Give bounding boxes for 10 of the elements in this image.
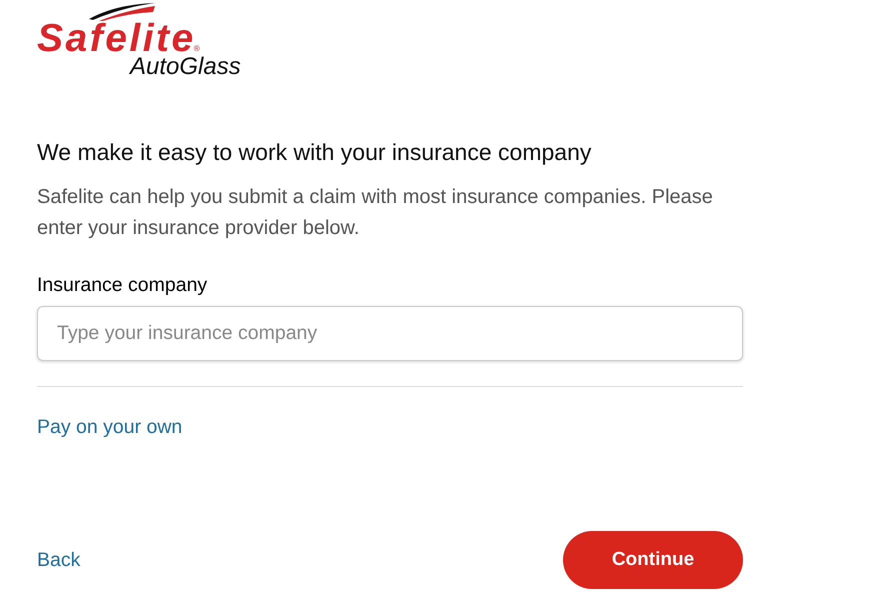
continue-button[interactable]: Continue	[563, 531, 743, 589]
back-link[interactable]: Back	[37, 549, 80, 571]
logo-subtitle: AutoGlass	[130, 55, 241, 79]
page-heading: We make it easy to work with your insurance company	[37, 138, 592, 167]
intro-text: Safelite can help you submit a claim with most insurance companies. Please enter your insurance provider below.	[37, 185, 714, 241]
field-label: Insurance company	[37, 274, 208, 296]
registered-mark: ®	[194, 45, 200, 53]
insurance-company-field[interactable]: Type your insurance company	[37, 306, 743, 361]
swoosh-icon	[89, 3, 155, 21]
pay-on-your-own-link[interactable]: Pay on your own	[37, 416, 182, 438]
